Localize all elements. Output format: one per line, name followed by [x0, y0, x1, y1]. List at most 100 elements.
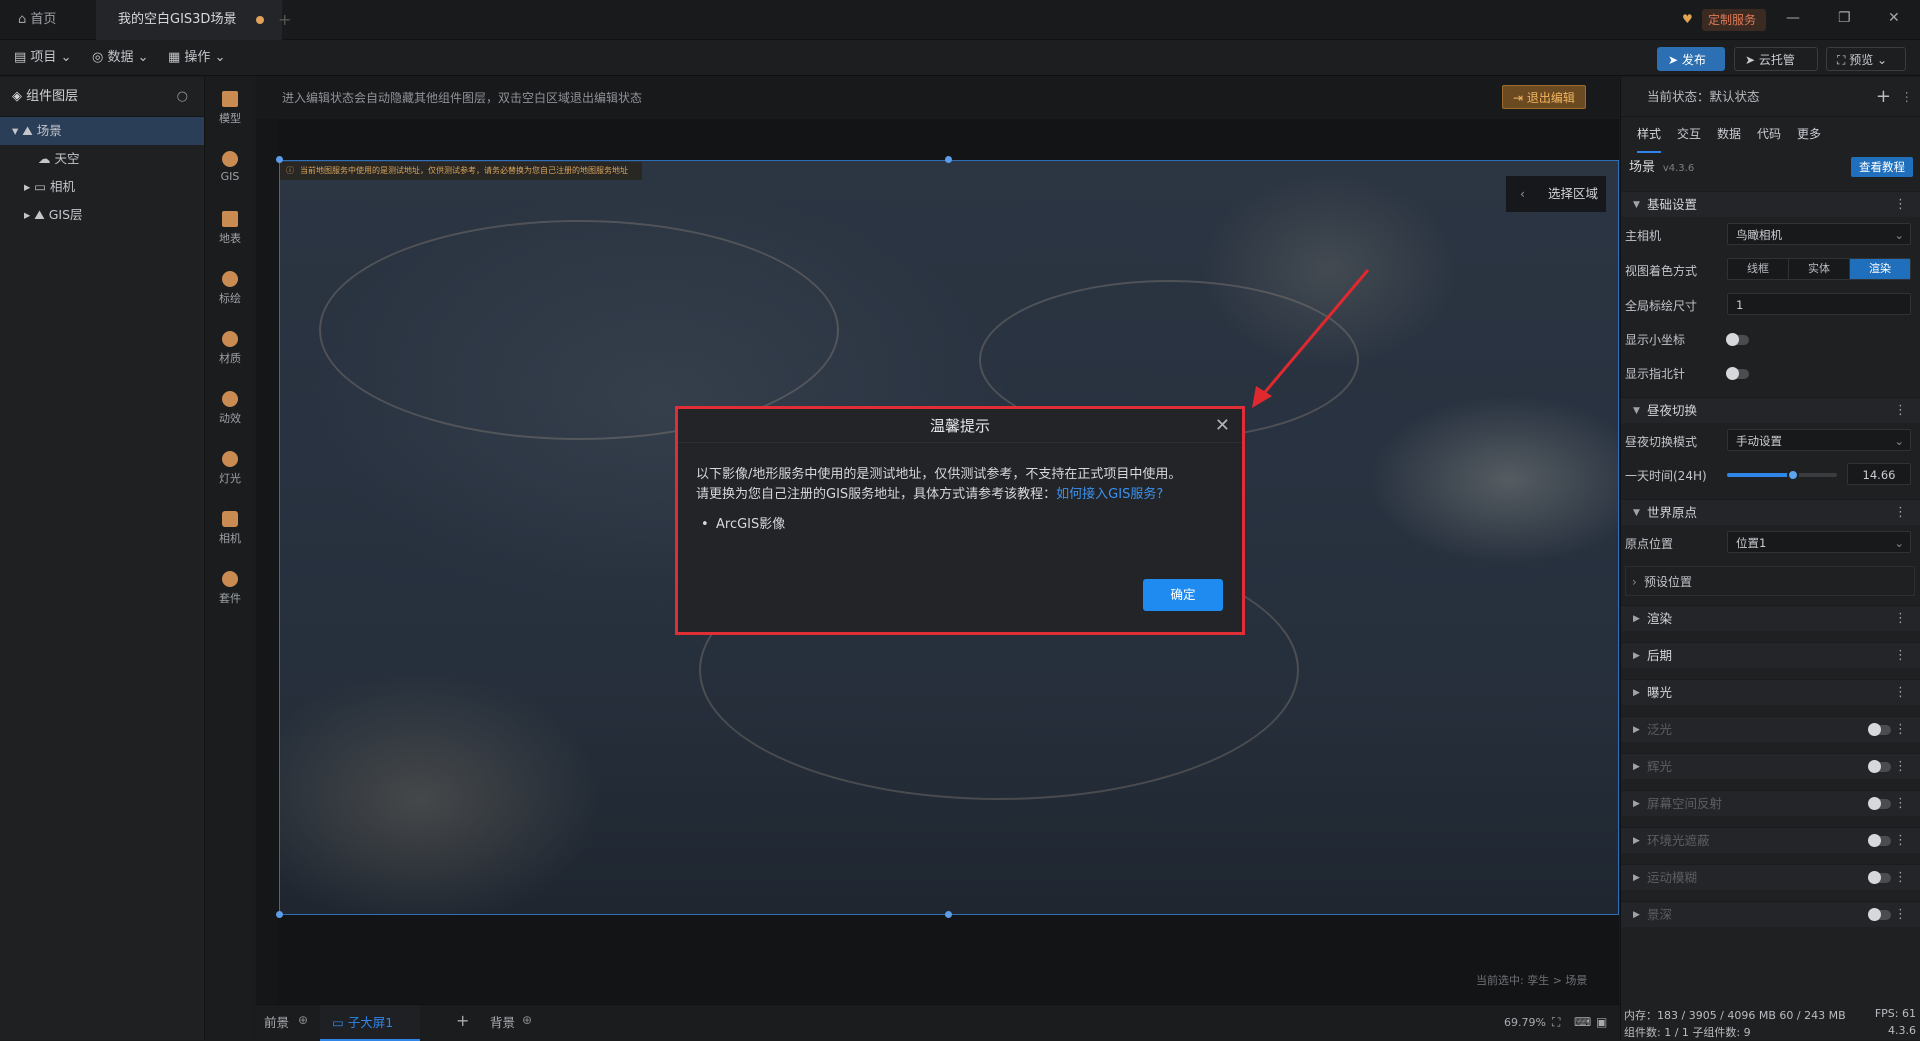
tool-light[interactable]: 灯光: [206, 451, 254, 486]
ssr-toggle[interactable]: [1868, 797, 1891, 810]
more-icon[interactable]: ⋮: [1894, 754, 1907, 780]
day-time-slider[interactable]: [1727, 469, 1837, 481]
preview-button[interactable]: ⛶ 预览 ⌄: [1826, 47, 1906, 71]
menu-data[interactable]: ◎ 数据 ⌄: [92, 40, 149, 76]
tool-kit[interactable]: 套件: [206, 571, 254, 606]
more-icon[interactable]: ⋮: [1894, 192, 1907, 218]
menu-project[interactable]: ▤ 项目 ⌄: [14, 40, 71, 76]
tab-home[interactable]: ⌂ 首页: [18, 0, 56, 40]
current-state[interactable]: 当前状态：默认状态 + ⋮: [1621, 77, 1920, 117]
search-icon[interactable]: ○: [177, 77, 188, 117]
dof-toggle[interactable]: [1868, 908, 1891, 921]
resize-handle-top-left[interactable]: [276, 156, 283, 163]
more-icon[interactable]: ⋮: [1894, 606, 1907, 632]
tab-sub-screen[interactable]: ▭ 子大屏1: [320, 1005, 420, 1041]
section-glow[interactable]: ▶ 辉光 ⋮: [1621, 753, 1920, 779]
ao-toggle[interactable]: [1868, 834, 1891, 847]
more-icon[interactable]: ⋮: [1894, 643, 1907, 669]
add-state-icon[interactable]: +: [1876, 77, 1891, 117]
show-north-row: 显示指北针: [1621, 361, 1920, 385]
section-motion-blur[interactable]: ▶ 运动模糊 ⋮: [1621, 864, 1920, 890]
section-render[interactable]: ▶ 渲染 ⋮: [1621, 605, 1920, 631]
tree-item-sky[interactable]: ☁ 天空: [0, 145, 204, 173]
motion-blur-toggle[interactable]: [1868, 871, 1891, 884]
tab-background[interactable]: 背景: [490, 1005, 515, 1041]
tool-gis[interactable]: GIS: [206, 151, 254, 183]
add-foreground-icon[interactable]: ⊕: [298, 1013, 308, 1027]
tree-item-camera[interactable]: ▸ ▭ 相机: [0, 173, 204, 201]
more-icon[interactable]: ⋮: [1894, 717, 1907, 743]
confirm-button[interactable]: 确定: [1143, 579, 1223, 611]
close-window-icon[interactable]: ✕: [1888, 10, 1900, 26]
tutorial-button[interactable]: 查看教程: [1851, 157, 1913, 177]
section-exposure[interactable]: ▶ 曝光 ⋮: [1621, 679, 1920, 705]
minimize-icon[interactable]: —: [1786, 10, 1800, 26]
menu-operate[interactable]: ▦ 操作 ⌄: [168, 40, 225, 76]
slider-knob[interactable]: [1787, 469, 1799, 481]
select-region-button[interactable]: ‹ 选择区域: [1506, 176, 1606, 212]
tree-item-gis[interactable]: ▸ ⛰ GIS层: [0, 201, 204, 229]
publish-button[interactable]: ➤ 发布: [1657, 47, 1725, 71]
more-icon[interactable]: ⋮: [1894, 828, 1907, 854]
tab-data[interactable]: 数据: [1717, 117, 1741, 151]
origin-pos-select[interactable]: 位置1 ⌄: [1727, 531, 1911, 553]
more-icon[interactable]: ⋮: [1894, 865, 1907, 891]
add-background-icon[interactable]: ⊕: [522, 1013, 532, 1027]
add-screen-icon[interactable]: +: [456, 1011, 469, 1030]
more-icon[interactable]: ⋮: [1894, 680, 1907, 706]
tool-plot[interactable]: 标绘: [206, 271, 254, 306]
section-origin[interactable]: ▼ 世界原点 ⋮: [1621, 499, 1920, 525]
restore-icon[interactable]: ❐: [1838, 10, 1851, 26]
tool-material[interactable]: 材质: [206, 331, 254, 366]
global-size-input[interactable]: 1: [1727, 293, 1911, 315]
tool-camera[interactable]: 相机: [206, 511, 254, 546]
exit-edit-button[interactable]: ⇥ 退出编辑: [1502, 85, 1586, 109]
add-tab-button[interactable]: +: [278, 0, 291, 40]
tool-effect[interactable]: 动效: [206, 391, 254, 426]
section-post[interactable]: ▶ 后期 ⋮: [1621, 642, 1920, 668]
keyboard-icon[interactable]: ⌨: [1574, 1015, 1591, 1029]
fit-screen-icon[interactable]: ⛶: [1552, 1015, 1560, 1030]
custom-service-badge[interactable]: 定制服务: [1702, 9, 1767, 31]
tab-foreground[interactable]: 前景: [264, 1005, 289, 1041]
day-time-input[interactable]: 14.66: [1847, 463, 1911, 485]
view-mode-render[interactable]: 渲染: [1850, 259, 1910, 279]
view-mode-solid[interactable]: 实体: [1789, 259, 1850, 279]
resize-handle-bottom-left[interactable]: [276, 911, 283, 918]
glow-toggle[interactable]: [1868, 760, 1891, 773]
bloom-toggle[interactable]: [1868, 723, 1891, 736]
section-basic[interactable]: ▼ 基础设置 ⋮: [1621, 191, 1920, 217]
section-dof[interactable]: ▶ 景深 ⋮: [1621, 901, 1920, 927]
tab-more[interactable]: 更多: [1797, 117, 1821, 151]
gis-tutorial-link[interactable]: 如何接入GIS服务?: [1056, 487, 1163, 502]
main-camera-select[interactable]: 鸟瞰相机 ⌄: [1727, 223, 1911, 245]
more-icon[interactable]: ⋮: [1894, 902, 1907, 928]
section-daynight[interactable]: ▼ 昼夜切换 ⋮: [1621, 397, 1920, 423]
more-icon[interactable]: ⋮: [1894, 500, 1907, 526]
resize-handle-top[interactable]: [945, 156, 952, 163]
tab-interaction[interactable]: 交互: [1677, 117, 1701, 151]
preset-row[interactable]: › 预设位置: [1621, 566, 1920, 596]
more-icon[interactable]: ⋮: [1901, 77, 1914, 117]
section-ssr[interactable]: ▶ 屏幕空间反射 ⋮: [1621, 790, 1920, 816]
more-icon[interactable]: ⋮: [1894, 398, 1907, 424]
terminal-icon[interactable]: ▣: [1596, 1015, 1607, 1029]
view-mode-wireframe[interactable]: 线框: [1728, 259, 1789, 279]
zoom-level[interactable]: 69.79%: [1504, 1005, 1546, 1041]
cloud-host-button[interactable]: ➤ 云托管: [1734, 47, 1818, 71]
tab-style[interactable]: 样式: [1637, 117, 1662, 153]
close-icon[interactable]: ✕: [1215, 409, 1230, 443]
tool-model[interactable]: 模型: [206, 91, 254, 126]
preset-position[interactable]: › 预设位置: [1625, 566, 1915, 596]
section-bloom[interactable]: ▶ 泛光 ⋮: [1621, 716, 1920, 742]
more-icon[interactable]: ⋮: [1894, 791, 1907, 817]
section-ao[interactable]: ▶ 环境光遮蔽 ⋮: [1621, 827, 1920, 853]
daynight-mode-select[interactable]: 手动设置 ⌄: [1727, 429, 1911, 451]
show-north-toggle[interactable]: [1726, 367, 1749, 380]
tab-project[interactable]: 我的空白GIS3D场景: [96, 0, 282, 40]
tool-terrain[interactable]: 地表: [206, 211, 254, 246]
show-coord-toggle[interactable]: [1726, 333, 1749, 346]
tab-code[interactable]: 代码: [1757, 117, 1781, 151]
resize-handle-bottom[interactable]: [945, 911, 952, 918]
tree-item-scene[interactable]: ▾ ⛰ 场景: [0, 117, 204, 145]
